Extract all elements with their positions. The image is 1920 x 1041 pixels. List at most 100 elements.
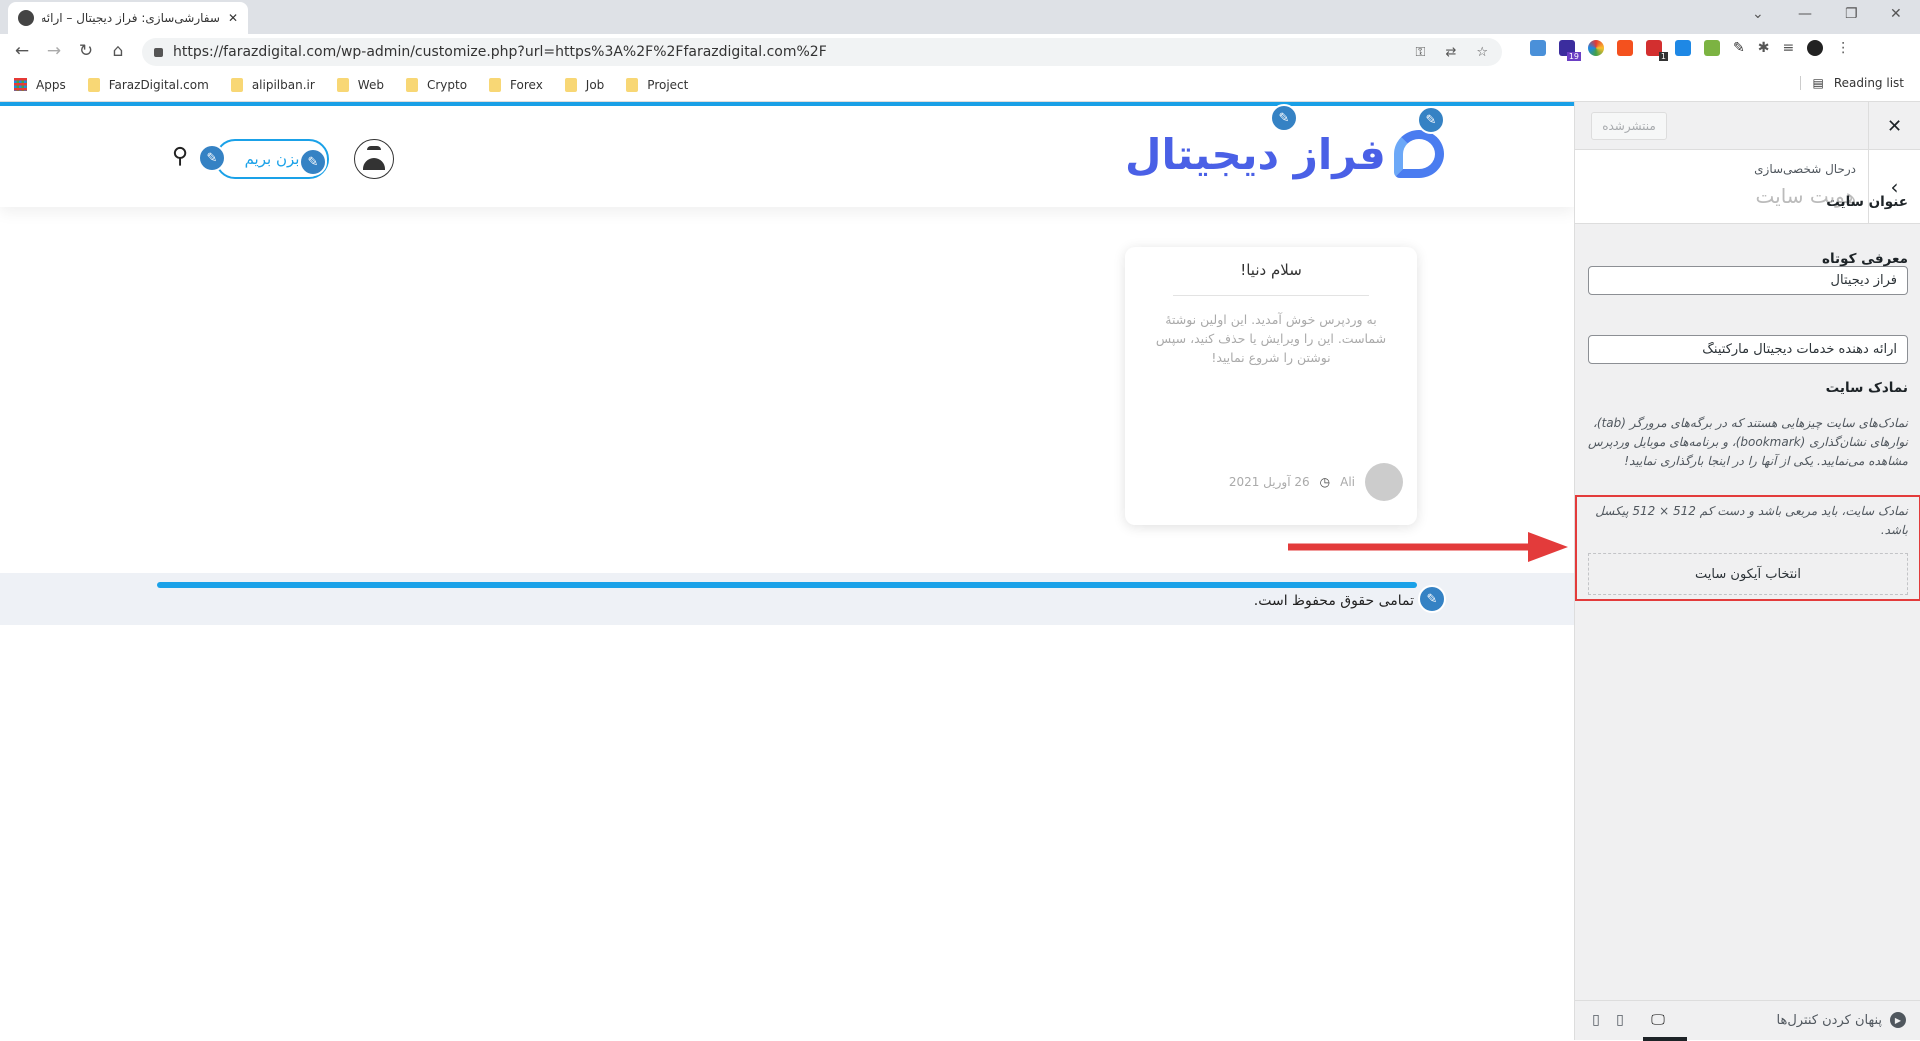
logo-mark-icon — [1393, 130, 1444, 178]
bookmark[interactable]: Web — [336, 77, 384, 92]
folder-icon — [405, 77, 418, 92]
copyright-text: تمامی حقوق محفوظ است. — [1253, 593, 1414, 609]
bookmark-label: alipilban.ir — [251, 77, 315, 92]
browser-tab[interactable]: سفارشی‌سازی: فراز دیجیتال – ارائه د ✕ — [8, 2, 248, 34]
key-icon[interactable]: ⚿ — [1416, 45, 1426, 60]
avatar[interactable] — [1807, 40, 1824, 56]
extension-icon[interactable]: 1 — [1646, 40, 1668, 61]
bookmark[interactable]: FarazDigital.com — [87, 77, 209, 92]
star-icon[interactable]: ☆ — [1476, 45, 1488, 60]
site-title-input[interactable] — [1588, 266, 1908, 295]
edit-pencil-icon[interactable]: ✎ — [1417, 106, 1445, 134]
site-title-label: عنوان سایت — [1826, 194, 1908, 210]
bookmark-label: Web — [357, 77, 384, 92]
home-icon[interactable]: ⌂ — [102, 41, 134, 61]
author-avatar — [1365, 463, 1403, 501]
bookmark-label: Job — [585, 77, 605, 92]
bookmark[interactable]: Crypto — [405, 77, 467, 92]
reading-list-button[interactable]: ▤ Reading list — [1799, 76, 1904, 90]
select-site-icon-button[interactable]: انتخاب آیکون سایت — [1588, 553, 1908, 595]
edit-pencil-icon[interactable]: ✎ — [1418, 585, 1446, 613]
site-icon-label: نمادک سایت — [1825, 380, 1908, 396]
bookmark[interactable]: Job — [564, 77, 605, 92]
edit-pencil-icon[interactable]: ✎ — [1270, 104, 1298, 132]
menu-icon[interactable]: ⋮ — [1836, 40, 1850, 56]
tablet-preview-icon[interactable]: ▯ — [1612, 1012, 1628, 1030]
section-header: › درحال شخصی‌سازی هویت سایت — [1575, 150, 1920, 224]
extension-icon[interactable] — [1617, 40, 1633, 56]
user-account-icon[interactable] — [354, 139, 394, 179]
edit-pencil-icon[interactable]: ✎ — [299, 148, 327, 176]
apps-icon — [14, 78, 27, 91]
site-logo[interactable]: فراز دیجیتال — [1125, 124, 1444, 184]
site-icon-hint: نمادک سایت، باید مربعی باشد و دست کم 512… — [1595, 504, 1908, 537]
search-icon[interactable]: ⚲ — [172, 144, 188, 169]
close-window-icon[interactable]: ✕ — [1890, 6, 1902, 22]
extension-badge: 19 — [1566, 52, 1581, 61]
url-text: https://farazdigital.com/wp-admin/custom… — [173, 44, 827, 60]
extension-icon[interactable] — [1530, 40, 1546, 56]
customizer-footer: ▶ پنهان کردن کنترل‌ها 🖵 ▯ ▯ — [1575, 1000, 1920, 1041]
extension-badge: 1 — [1658, 52, 1668, 61]
back-icon[interactable]: ← — [6, 41, 38, 61]
select-site-icon-label: انتخاب آیکون سایت — [1695, 566, 1801, 582]
extension-icon[interactable] — [1588, 40, 1604, 56]
post-author[interactable]: Ali — [1340, 475, 1355, 489]
folder-icon — [230, 77, 243, 92]
tab-bar: سفارشی‌سازی: فراز دیجیتال – ارائه د ✕ ⌄ … — [0, 0, 1920, 34]
clock-icon: ◷ — [1319, 475, 1331, 489]
bookmarks-bar: Apps FarazDigital.com alipilban.ir Web C… — [0, 68, 1920, 102]
reading-list-icon: ▤ — [1812, 76, 1824, 90]
folder-icon — [489, 77, 502, 92]
back-button[interactable]: › — [1868, 150, 1920, 224]
folder-icon — [626, 77, 639, 92]
bookmark-label: FarazDigital.com — [108, 77, 209, 92]
publish-button[interactable]: منتشرشده — [1591, 112, 1667, 140]
tab-title: سفارشی‌سازی: فراز دیجیتال – ارائه د — [42, 11, 220, 25]
collapse-icon: ▶ — [1890, 1012, 1906, 1028]
desktop-preview-icon[interactable]: 🖵 — [1650, 1012, 1666, 1030]
logo-text: فراز دیجیتال — [1125, 129, 1386, 179]
site-header: فراز دیجیتال ✎ ✎ ⚲ بزن بریم ✎ ✎ — [0, 104, 1574, 207]
media-icon[interactable]: ≡ — [1782, 40, 1794, 56]
close-customizer-button[interactable]: ✕ — [1868, 102, 1920, 150]
tagline-input[interactable] — [1588, 335, 1908, 364]
bookmark-apps[interactable]: Apps — [14, 78, 66, 92]
address-bar[interactable]: https://farazdigital.com/wp-admin/custom… — [142, 38, 1502, 66]
reload-icon[interactable]: ↻ — [70, 41, 102, 61]
bookmark-label: Forex — [510, 77, 543, 92]
bookmark[interactable]: Forex — [489, 77, 543, 92]
post-title[interactable]: سلام دنیا! — [1125, 261, 1417, 279]
eyedropper-icon[interactable]: ✎ — [1733, 40, 1745, 56]
globe-icon — [18, 10, 34, 26]
extensions: 19 1 ✎ ✱ ≡ ⋮ — [1530, 40, 1850, 61]
bookmark[interactable]: Project — [626, 77, 688, 92]
customizer-header: ✕ منتشرشده — [1575, 102, 1920, 150]
hide-controls-button[interactable]: ▶ پنهان کردن کنترل‌ها — [1777, 1012, 1906, 1028]
customizer-sidebar: ✕ منتشرشده › درحال شخصی‌سازی هویت سایت ع… — [1574, 102, 1920, 1041]
bookmark[interactable]: alipilban.ir — [230, 77, 315, 92]
edit-pencil-icon[interactable]: ✎ — [198, 144, 226, 172]
translate-icon[interactable]: ⇄ — [1445, 45, 1456, 60]
download-icon[interactable] — [1675, 40, 1691, 56]
minimize-icon[interactable]: — — [1798, 6, 1812, 22]
profile-dropdown-icon[interactable]: ⌄ — [1752, 6, 1764, 22]
site-preview: فراز دیجیتال ✎ ✎ ⚲ بزن بریم ✎ ✎ سلام دنی… — [0, 102, 1574, 1040]
publish-label: منتشرشده — [1602, 119, 1656, 133]
mobile-preview-icon[interactable]: ▯ — [1588, 1012, 1604, 1030]
extension-icon[interactable]: 19 — [1559, 40, 1581, 61]
post-card[interactable]: سلام دنیا! به وردپرس خوش آمدید. این اولی… — [1125, 247, 1417, 525]
bookmark-label: Apps — [36, 77, 66, 92]
post-date: 26 آوریل 2021 — [1228, 475, 1310, 489]
extension-icon[interactable] — [1704, 40, 1720, 56]
close-tab-icon[interactable]: ✕ — [228, 11, 238, 25]
footer-accent-line — [157, 582, 1417, 588]
forward-icon[interactable]: → — [38, 41, 70, 61]
breadcrumb: درحال شخصی‌سازی — [1754, 162, 1856, 176]
lock-icon — [154, 47, 163, 57]
folder-icon — [336, 77, 349, 92]
post-meta: Ali ◷ 26 آوریل 2021 — [1229, 463, 1403, 501]
reading-list-label: Reading list — [1833, 76, 1904, 90]
puzzle-icon[interactable]: ✱ — [1758, 40, 1770, 56]
restore-icon[interactable]: ❐ — [1845, 6, 1858, 22]
